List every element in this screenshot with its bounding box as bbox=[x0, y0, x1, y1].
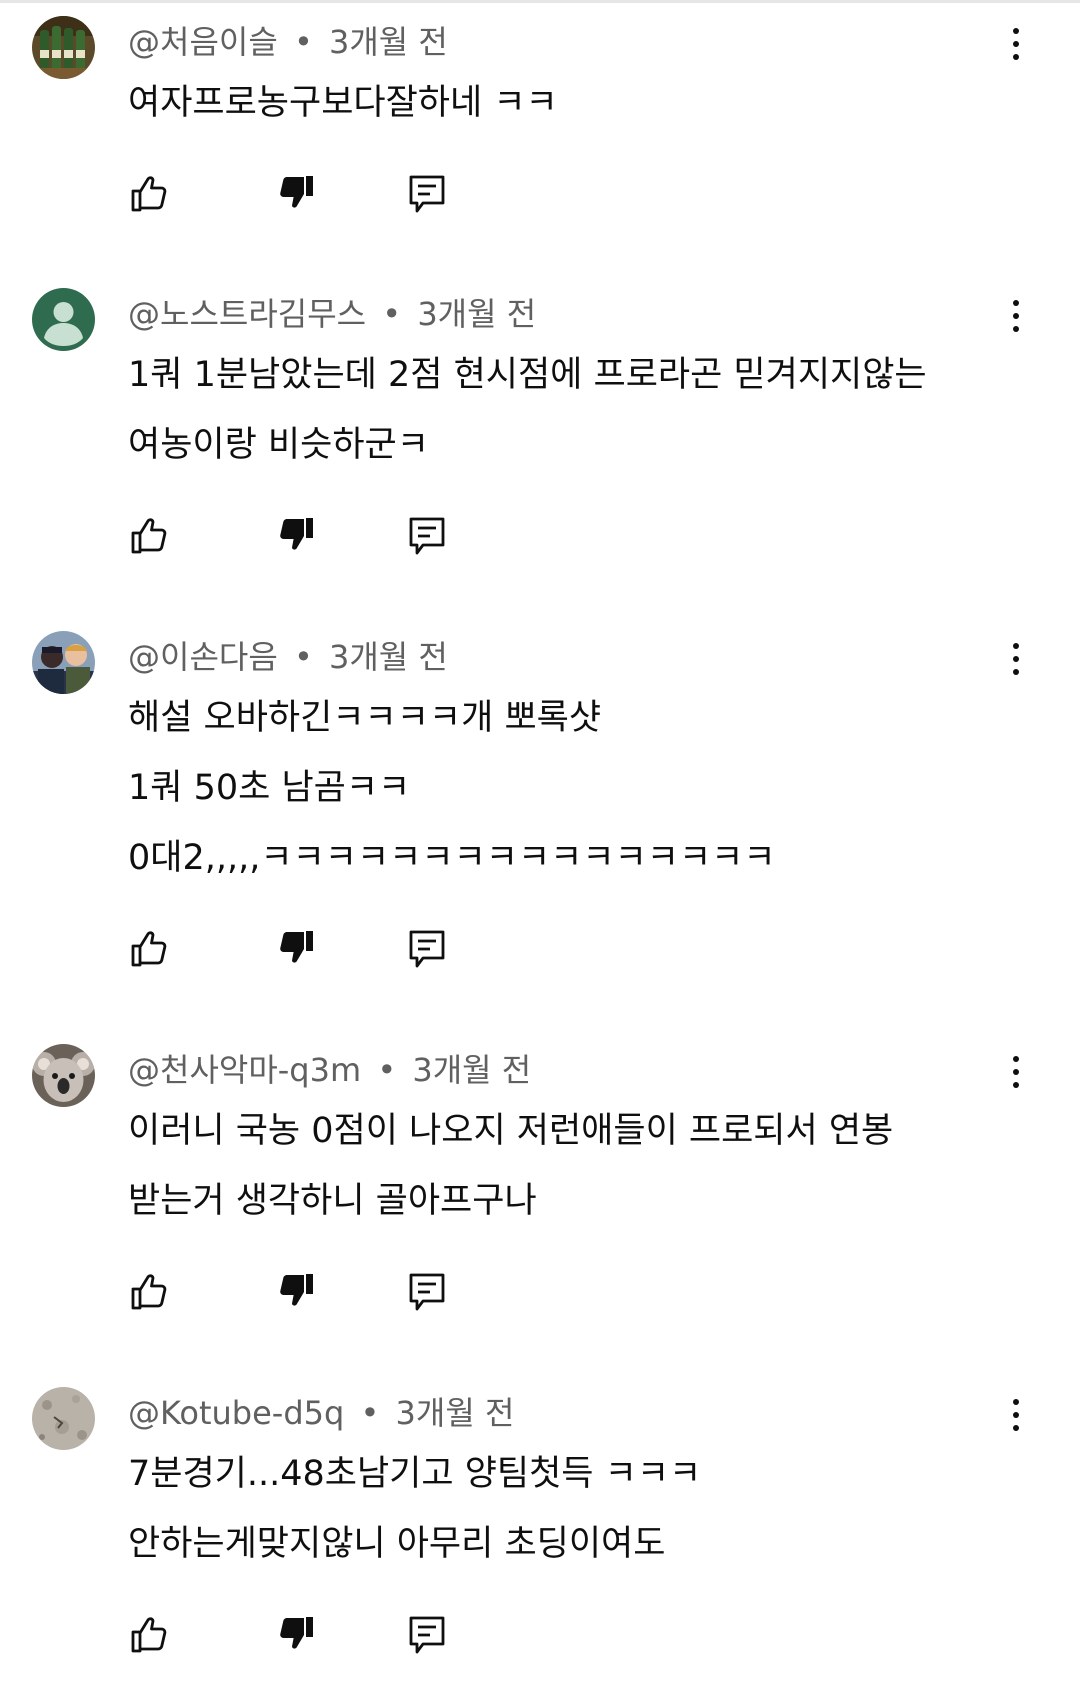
comment-author[interactable]: @Kotube-d5q bbox=[128, 1394, 344, 1432]
meta-separator: • bbox=[382, 295, 402, 333]
comment-text: 1쿼 1분남았는데 2점 현시점에 프로라곤 믿겨지지않는 여농이랑 비슷하군ㅋ bbox=[128, 340, 927, 480]
comment-line: 안하는게맞지않니 아무리 초딩이여도 bbox=[128, 1524, 666, 1564]
comment-meta: @Kotube-d5q • 3개월 전 bbox=[128, 1391, 514, 1435]
meta-separator: • bbox=[377, 1051, 397, 1089]
thumbs-up-icon bbox=[131, 1617, 167, 1653]
comment-actions bbox=[128, 927, 468, 971]
more-options-icon[interactable] bbox=[1000, 22, 1032, 66]
like-button[interactable] bbox=[128, 514, 172, 558]
reply-button[interactable] bbox=[405, 172, 449, 216]
comment-line: 0대2,,,,,ㅋㅋㅋㅋㅋㅋㅋㅋㅋㅋㅋㅋㅋㅋㅋㅋ bbox=[128, 838, 776, 878]
comment-author[interactable]: @천사악마-q3m bbox=[128, 1051, 361, 1089]
comment-author[interactable]: @노스트라김무스 bbox=[128, 295, 366, 333]
comment-actions bbox=[128, 1270, 468, 1314]
thumbs-down-icon bbox=[280, 1274, 313, 1306]
comment-line: 여자프로농구보다잘하네 ㅋㅋ bbox=[128, 83, 558, 123]
reply-button[interactable] bbox=[405, 1270, 449, 1314]
comment-author[interactable]: @이손다음 bbox=[128, 638, 278, 676]
dislike-button[interactable] bbox=[273, 514, 317, 558]
comment-line: 1쿼 1분남았는데 2점 현시점에 프로라곤 믿겨지지않는 bbox=[128, 355, 927, 395]
top-divider bbox=[0, 0, 1080, 3]
reply-comment-icon bbox=[409, 517, 445, 555]
more-options-icon[interactable] bbox=[1000, 1393, 1032, 1437]
comment-actions bbox=[128, 172, 468, 216]
comment-meta: @이손다음 • 3개월 전 bbox=[128, 635, 448, 679]
default-person-avatar[interactable] bbox=[32, 288, 95, 351]
comment-meta: @천사악마-q3m • 3개월 전 bbox=[128, 1048, 531, 1092]
comment-time: 3개월 전 bbox=[328, 23, 448, 61]
dislike-button[interactable] bbox=[273, 172, 317, 216]
thumbs-down-icon bbox=[280, 176, 313, 208]
meta-separator: • bbox=[360, 1394, 380, 1432]
like-button[interactable] bbox=[128, 1613, 172, 1657]
people-photo-avatar[interactable] bbox=[32, 631, 95, 694]
thumbs-up-icon bbox=[131, 518, 167, 554]
sand-photo-avatar[interactable] bbox=[32, 1387, 95, 1450]
reply-button[interactable] bbox=[405, 514, 449, 558]
thumbs-down-icon bbox=[280, 518, 313, 550]
bottles-photo-avatar[interactable] bbox=[32, 16, 95, 79]
koala-photo-avatar[interactable] bbox=[32, 1044, 95, 1107]
comment-text: 이러니 국농 0점이 나오지 저런애들이 프로되서 연봉 받는거 생각하니 골아… bbox=[128, 1096, 893, 1236]
more-options-icon[interactable] bbox=[1000, 637, 1032, 681]
reply-comment-icon bbox=[409, 175, 445, 213]
comment-line: 해설 오바하긴ㅋㅋㅋㅋ개 뽀록샷 bbox=[128, 698, 602, 738]
dislike-button[interactable] bbox=[273, 1270, 317, 1314]
comment-line: 7분경기...48초남기고 양팀첫득 ㅋㅋㅋ bbox=[128, 1454, 702, 1494]
dislike-button[interactable] bbox=[273, 1613, 317, 1657]
comment-text: 여자프로농구보다잘하네 ㅋㅋ bbox=[128, 68, 558, 138]
comment-line: 이러니 국농 0점이 나오지 저런애들이 프로되서 연봉 bbox=[128, 1111, 894, 1151]
comment-line: 여농이랑 비슷하군ㅋ bbox=[128, 425, 429, 465]
thumbs-up-icon bbox=[131, 931, 167, 967]
thumbs-down-icon bbox=[280, 1617, 313, 1649]
reply-button[interactable] bbox=[405, 1613, 449, 1657]
like-button[interactable] bbox=[128, 1270, 172, 1314]
like-button[interactable] bbox=[128, 927, 172, 971]
comment-line: 1쿼 50초 남곰ㅋㅋ bbox=[128, 768, 411, 808]
thumbs-down-icon bbox=[280, 931, 313, 963]
reply-comment-icon bbox=[409, 1616, 445, 1654]
comment-line: 받는거 생각하니 골아프구나 bbox=[128, 1181, 537, 1221]
comment-text: 7분경기...48초남기고 양팀첫득 ㅋㅋㅋ 안하는게맞지않니 아무리 초딩이여… bbox=[128, 1439, 701, 1579]
dislike-button[interactable] bbox=[273, 927, 317, 971]
thumbs-up-icon bbox=[131, 176, 167, 212]
comment-actions bbox=[128, 514, 468, 558]
meta-separator: • bbox=[293, 638, 313, 676]
reply-button[interactable] bbox=[405, 927, 449, 971]
comment-author[interactable]: @처음이슬 bbox=[128, 23, 278, 61]
comment-meta: @처음이슬 • 3개월 전 bbox=[128, 20, 448, 64]
more-options-icon[interactable] bbox=[1000, 294, 1032, 338]
comment-time: 3개월 전 bbox=[412, 1051, 532, 1089]
reply-comment-icon bbox=[409, 1273, 445, 1311]
more-options-icon[interactable] bbox=[1000, 1050, 1032, 1094]
meta-separator: • bbox=[293, 23, 313, 61]
comment-time: 3개월 전 bbox=[417, 295, 537, 333]
comment-actions bbox=[128, 1613, 468, 1657]
reply-comment-icon bbox=[409, 930, 445, 968]
comment-text: 해설 오바하긴ㅋㅋㅋㅋ개 뽀록샷 1쿼 50초 남곰ㅋㅋ 0대2,,,,,ㅋㅋㅋ… bbox=[128, 683, 776, 893]
comment-meta: @노스트라김무스 • 3개월 전 bbox=[128, 292, 536, 336]
comment-time: 3개월 전 bbox=[395, 1394, 515, 1432]
thumbs-up-icon bbox=[131, 1274, 167, 1310]
like-button[interactable] bbox=[128, 172, 172, 216]
comment-time: 3개월 전 bbox=[328, 638, 448, 676]
